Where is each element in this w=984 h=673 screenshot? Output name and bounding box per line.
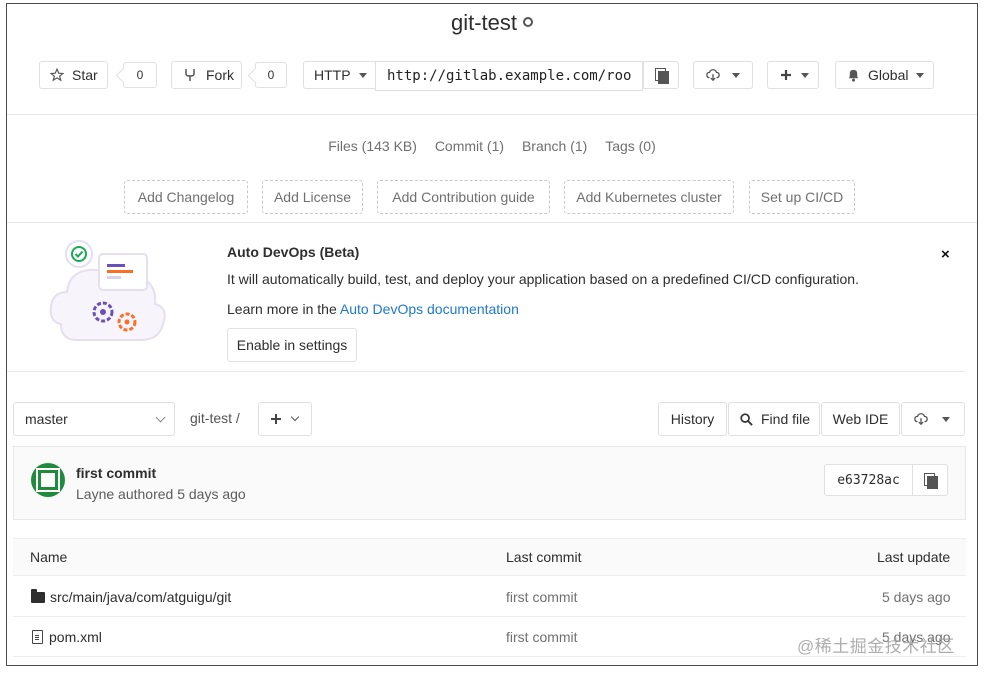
auto-devops-learn-more: Learn more in the Auto DevOps documentat… (227, 301, 519, 317)
folder-icon (31, 589, 45, 603)
history-button[interactable]: History (658, 402, 727, 436)
notification-dropdown[interactable]: Global (835, 61, 934, 89)
add-kubernetes-cluster-button[interactable]: Add Kubernetes cluster (564, 180, 734, 214)
chevron-down-icon (155, 412, 166, 423)
branch-name: master (25, 411, 68, 427)
copy-url-button[interactable] (643, 61, 679, 89)
star-label: Star (72, 67, 98, 83)
stat-commits[interactable]: Commit (1) (435, 138, 504, 154)
add-license-button[interactable]: Add License (262, 180, 363, 214)
copy-icon (924, 473, 938, 489)
notification-label: Global (868, 67, 909, 83)
copy-sha-button[interactable] (913, 473, 947, 489)
auto-devops-docs-link[interactable]: Auto DevOps documentation (340, 301, 519, 317)
project-title-row: git-test (7, 10, 977, 36)
row-last-update: 5 days ago (882, 589, 951, 605)
public-visibility-icon (523, 17, 534, 28)
fork-label: Fork (206, 67, 234, 83)
bell-icon (848, 69, 859, 82)
star-icon (50, 68, 64, 82)
project-stats: Files (143 KB) Commit (1) Branch (1) Tag… (7, 138, 977, 154)
find-file-label: Find file (761, 411, 811, 427)
file-name[interactable]: pom.xml (49, 629, 102, 645)
avatar[interactable] (31, 463, 65, 497)
files-table-header (13, 538, 966, 576)
table-row[interactable]: src/main/java/com/atguigu/git (31, 589, 231, 605)
stat-files[interactable]: Files (143 KB) (328, 138, 417, 154)
download-icon (706, 69, 720, 82)
row-last-commit[interactable]: first commit (506, 629, 578, 645)
chevron-down-icon (732, 72, 740, 78)
commit-meta: Layne authored 5 days ago (76, 486, 246, 502)
divider (7, 114, 977, 115)
star-count[interactable]: 0 (123, 62, 157, 88)
page-frame: git-test Star 0 Fork 0 HTTP http://gitla… (6, 3, 978, 666)
add-file-dropdown[interactable] (258, 402, 312, 436)
chevron-down-icon (358, 72, 367, 78)
commit-title[interactable]: first commit (76, 465, 156, 481)
stat-branches[interactable]: Branch (1) (522, 138, 587, 154)
divider (7, 222, 977, 223)
auto-devops-title: Auto DevOps (Beta) (227, 244, 360, 260)
divider (7, 371, 965, 372)
copy-icon (655, 68, 669, 84)
commit-sha[interactable]: e63728ac (825, 465, 913, 495)
close-banner-icon[interactable]: × (941, 246, 950, 263)
project-title: git-test (450, 10, 518, 35)
clone-url-input[interactable]: http://gitlab.example.com/roo (375, 61, 643, 91)
commit-sha-group: e63728ac (824, 464, 948, 496)
table-row[interactable]: pom.xml (32, 629, 102, 645)
add-changelog-button[interactable]: Add Changelog (124, 180, 248, 214)
chevron-down-icon (916, 72, 925, 78)
fork-icon (185, 69, 195, 81)
file-name[interactable]: src/main/java/com/atguigu/git (50, 589, 231, 605)
find-file-button[interactable]: Find file (728, 402, 820, 436)
search-icon (740, 412, 753, 426)
branch-select[interactable]: master (13, 402, 175, 436)
file-icon (32, 630, 43, 644)
breadcrumb[interactable]: git-test / (190, 410, 240, 426)
column-header-last-commit: Last commit (506, 549, 582, 565)
row-last-commit[interactable]: first commit (506, 589, 578, 605)
download-dropdown[interactable] (693, 61, 753, 89)
fork-count[interactable]: 0 (255, 62, 287, 88)
clone-protocol-dropdown[interactable]: HTTP (303, 61, 376, 89)
chevron-down-icon (801, 72, 809, 78)
star-button[interactable]: Star (39, 61, 108, 89)
web-ide-button[interactable]: Web IDE (821, 402, 900, 436)
add-contribution-guide-button[interactable]: Add Contribution guide (377, 180, 550, 214)
chevron-down-icon (942, 416, 950, 422)
add-dropdown[interactable] (767, 61, 819, 89)
chevron-down-icon (290, 412, 300, 422)
column-header-last-update: Last update (877, 549, 951, 565)
clone-protocol-label: HTTP (314, 67, 351, 83)
column-header-name: Name (30, 549, 68, 565)
watermark: @稀土掘金技术社区 (797, 637, 955, 656)
download-icon (914, 413, 928, 426)
plus-icon (781, 70, 791, 80)
plus-icon (271, 414, 281, 424)
enable-in-settings-button[interactable]: Enable in settings (227, 328, 357, 362)
auto-devops-illustration (49, 240, 166, 341)
stat-tags[interactable]: Tags (0) (605, 138, 656, 154)
row-divider (13, 616, 966, 617)
download-source-dropdown[interactable] (901, 402, 965, 436)
auto-devops-description: It will automatically build, test, and d… (227, 271, 859, 287)
learn-more-prefix: Learn more in the (227, 301, 340, 317)
fork-button[interactable]: Fork (171, 61, 242, 89)
setup-cicd-button[interactable]: Set up CI/CD (749, 180, 855, 214)
